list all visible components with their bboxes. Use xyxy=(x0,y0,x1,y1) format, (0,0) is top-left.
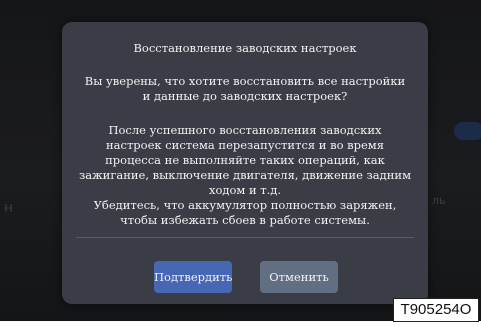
cancel-button[interactable]: Отменить xyxy=(260,261,338,293)
screen: н ль Восстановление заводских настроек В… xyxy=(0,0,481,321)
dialog-divider xyxy=(76,237,414,238)
dialog-details: После успешного восстановления заводских… xyxy=(78,123,412,227)
dialog-question: Вы уверены, что хотите восстановить все … xyxy=(84,74,406,103)
background-text-right: ль xyxy=(432,194,446,207)
dialog-title: Восстановление заводских настроек xyxy=(133,41,357,55)
background-text-left: н xyxy=(4,200,14,216)
factory-reset-dialog: Восстановление заводских настроек Вы уве… xyxy=(62,22,428,304)
figure-code-label: T905254O xyxy=(393,298,479,322)
confirm-button[interactable]: Подтвердить xyxy=(154,261,232,293)
background-toggle xyxy=(454,122,481,140)
